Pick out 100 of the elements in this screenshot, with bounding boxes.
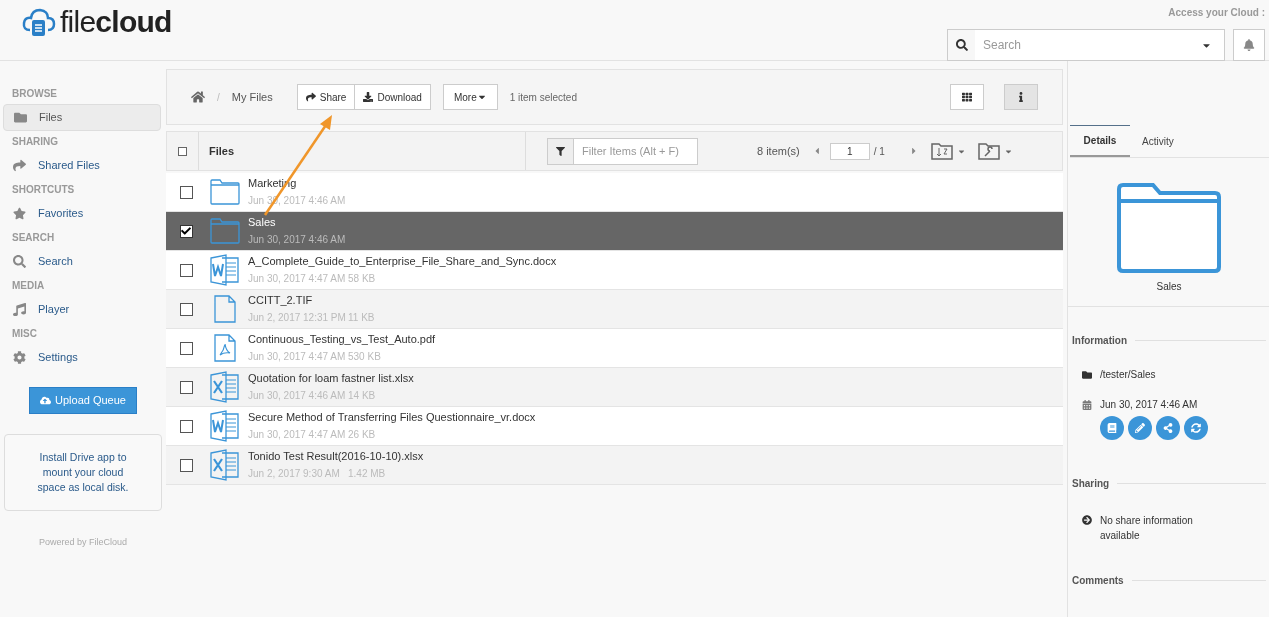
file-size: 58 KB — [348, 272, 376, 286]
checkbox[interactable] — [179, 458, 193, 472]
nav-item[interactable]: Shared Files — [3, 152, 161, 179]
nav-item[interactable]: Files — [3, 104, 161, 131]
sort-button[interactable] — [930, 142, 966, 160]
info-icon — [1016, 92, 1026, 102]
nav-section-label: SHARING — [11, 135, 60, 149]
file-path: /tester/Sales — [1100, 368, 1156, 382]
grid-view-button[interactable] — [950, 84, 984, 110]
share-icon — [13, 159, 26, 172]
file-date: Jun 30, 2017 4:47 AM — [248, 272, 347, 286]
nav-item[interactable]: Favorites — [3, 200, 161, 227]
info-button[interactable] — [1004, 84, 1038, 110]
powered-by-text: Powered by FileCloud — [37, 536, 128, 549]
checkbox[interactable] — [179, 380, 193, 394]
file-date: Jun 30, 2017 4:47 AM — [248, 428, 347, 442]
folder-icon — [210, 218, 240, 244]
nav-section-label: MISC — [11, 327, 38, 341]
download-button[interactable]: Download — [354, 85, 430, 109]
folder-icon — [210, 179, 240, 205]
book-icon — [1107, 423, 1117, 433]
checkbox[interactable] — [179, 302, 193, 316]
search-icon — [13, 255, 26, 268]
sync-icon — [1191, 423, 1201, 433]
checkbox[interactable] — [179, 224, 193, 238]
file-date: Jun 30, 2017 4:47 AM — [248, 350, 347, 364]
cloud-logo-icon — [22, 6, 56, 38]
file-size: 1.42 MB — [348, 467, 386, 481]
file-name: Secure Method of Transferring Files Questionnaire_vr.docx — [248, 410, 536, 424]
nav-section-label: MEDIA — [11, 279, 46, 293]
sharing-message: No share information available — [1100, 514, 1194, 543]
word-document-icon — [210, 410, 240, 442]
file-size: 26 KB — [348, 428, 376, 442]
file-row[interactable]: A_Complete_Guide_to_Enterprise_File_Share_and_Sync.docx Jun 30, 2017 4:47 AM 58 KB — [166, 251, 1063, 290]
nav-item[interactable]: Settings — [3, 344, 161, 371]
item-count: 8 item(s) — [757, 143, 800, 159]
file-icon — [214, 295, 236, 323]
spreadsheet-icon — [210, 449, 240, 481]
checkbox[interactable] — [179, 341, 193, 355]
checkbox[interactable] — [179, 419, 193, 433]
large-folder-icon — [1117, 183, 1221, 273]
cloud-upload-icon — [40, 395, 51, 406]
search-icon — [955, 39, 968, 51]
home-icon — [191, 90, 205, 104]
action-button[interactable] — [1128, 416, 1152, 440]
file-name: A_Complete_Guide_to_Enterprise_File_Share_and_Sync.docx — [248, 254, 557, 268]
nav-item[interactable]: Search — [3, 248, 161, 275]
nav-item[interactable]: Player — [3, 296, 161, 323]
file-name: Tonido Test Result(2016-10-10).xlsx — [248, 449, 424, 463]
file-name: Continuous_Testing_vs_Test_Auto.pdf — [248, 332, 436, 346]
edit-icon — [1135, 423, 1145, 433]
folder-wrench-icon — [977, 142, 1000, 160]
search-field[interactable]: Search — [975, 36, 1201, 54]
filter-icon — [556, 146, 565, 156]
select-all-checkbox[interactable] — [178, 146, 187, 156]
action-button[interactable] — [1184, 416, 1208, 440]
selection-status: 1 item selected — [509, 90, 577, 105]
nav-section-label: BROWSE — [11, 87, 58, 101]
sort-icon — [930, 142, 953, 160]
folder-icon — [1082, 369, 1092, 380]
spreadsheet-icon — [210, 371, 240, 403]
pdf-file-icon — [214, 334, 236, 362]
filter-box[interactable]: Filter Items (Alt + F) — [547, 137, 698, 165]
file-row[interactable]: Sales Jun 30, 2017 4:46 AM — [166, 212, 1063, 251]
modified-date: Jun 30, 2017 4:46 AM — [1100, 398, 1198, 412]
column-header: Files — [199, 132, 526, 170]
settings-icon — [13, 351, 26, 364]
checkbox[interactable] — [179, 185, 193, 199]
section-heading: Sharing — [1072, 477, 1110, 491]
logo-text: filecloud — [60, 7, 172, 37]
bell-icon — [1243, 39, 1255, 51]
file-date: Jun 30, 2017 4:46 AM — [248, 233, 347, 247]
breadcrumb-separator: / — [217, 90, 220, 105]
section-heading: Information — [1072, 334, 1127, 348]
share-icon — [1163, 423, 1173, 433]
file-row[interactable]: Secure Method of Transferring Files Questionnaire_vr.docx Jun 30, 2017 4:47 AM 26 KB — [166, 407, 1063, 446]
download-icon — [363, 92, 374, 102]
more-button[interactable]: More — [442, 84, 498, 110]
file-row[interactable]: Continuous_Testing_vs_Test_Auto.pdf Jun 30, 2017 4:47 AM 530 KB — [166, 329, 1063, 368]
file-name: CCITT_2.TIF — [248, 293, 314, 307]
filter-field[interactable]: Filter Items (Alt + F) — [574, 142, 697, 160]
search-box[interactable]: Search — [947, 29, 1225, 61]
file-size: 530 KB — [348, 350, 381, 364]
calendar-icon — [1082, 399, 1092, 410]
checkbox[interactable] — [179, 263, 193, 277]
folder-icon — [14, 111, 27, 124]
page-total: / 1 — [873, 144, 885, 159]
star-icon — [13, 207, 26, 220]
file-size: 14 KB — [348, 389, 376, 403]
action-button[interactable] — [1100, 416, 1124, 440]
section-heading: Comments — [1072, 574, 1124, 588]
share-button[interactable]: Share — [297, 85, 355, 109]
breadcrumb-link[interactable]: My Files — [231, 88, 273, 106]
panel-tab[interactable]: Activity — [1130, 125, 1186, 157]
notifications-button[interactable] — [1233, 29, 1265, 61]
panel-tab[interactable]: Details — [1070, 125, 1130, 157]
action-button[interactable] — [1156, 416, 1180, 440]
word-document-icon — [210, 254, 240, 286]
page-input[interactable]: 1 — [829, 142, 870, 160]
folder-tools-button[interactable] — [977, 142, 1013, 160]
